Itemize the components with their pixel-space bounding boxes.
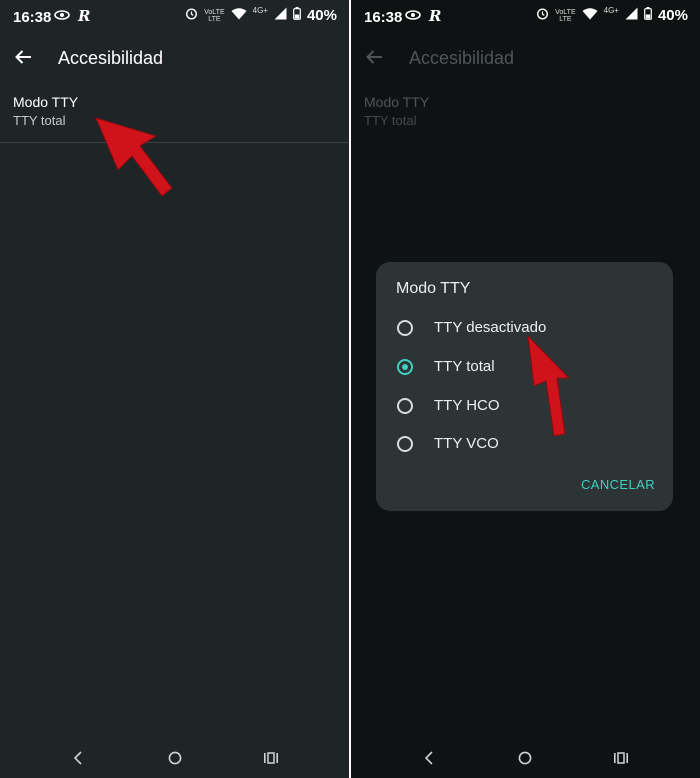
nav-back-button[interactable] [417,746,441,770]
status-time: 16:38 [364,9,403,26]
signal-icon [274,7,287,24]
option-label: TTY HCO [434,397,500,414]
navigation-bar [351,738,700,778]
arrow-back-icon [15,50,31,64]
tty-mode-preference: Modo TTY TTY total [351,88,700,142]
network-type: 4G+ [603,6,619,15]
nav-home-icon [168,751,182,765]
eye-icon [405,8,421,25]
navigation-bar [0,738,349,778]
back-button[interactable] [361,44,387,70]
radio-button-icon[interactable] [397,436,413,452]
nav-home-button[interactable] [513,746,537,770]
battery-icon [293,7,301,24]
option-label: TTY total [434,358,495,375]
status-time: 16:38 [13,9,52,26]
signal-icon [625,7,638,24]
page-title: Accesibilidad [58,48,164,68]
nav-recents-button[interactable] [259,746,283,770]
back-button[interactable] [10,44,36,70]
settings-screen-with-dialog: 16:38 R VoLTE LTE 4G+ 40% Accesibilidad … [351,0,700,778]
nav-home-icon [518,751,532,765]
nav-recents-icon [264,752,278,764]
cancel-button[interactable]: CANCELAR [581,477,655,492]
alarm-icon [536,7,549,24]
nav-back-icon [424,751,433,765]
app-bar: Accesibilidad [351,34,700,82]
app-r-icon: R [429,7,442,25]
option-tty-full[interactable]: TTY total [376,350,673,386]
wifi-icon [231,7,247,24]
tty-mode-dialog: Modo TTY TTY desactivado TTY total TTY H… [376,262,673,511]
status-bar: 16:38 R VoLTE LTE 4G+ 40% [0,0,349,34]
option-tty-hco[interactable]: TTY HCO [376,389,673,425]
alarm-icon [185,7,198,24]
radio-button-icon[interactable] [397,320,413,336]
preference-summary: TTY total [364,113,417,128]
radio-button-icon[interactable] [397,398,413,414]
dialog-title: Modo TTY [396,280,471,297]
volte-icon: VoLTE LTE [204,8,225,23]
eye-icon [54,8,70,25]
app-r-icon: R [78,7,91,25]
preference-title: Modo TTY [364,94,430,110]
divider [0,142,349,143]
network-type: 4G+ [252,6,268,15]
app-bar: Accesibilidad [0,34,349,82]
preference-summary: TTY total [13,113,66,128]
option-tty-off[interactable]: TTY desactivado [376,311,673,347]
radio-button-checked-icon[interactable] [397,359,413,375]
settings-screen: 16:38 R VoLTE LTE 4G+ 40% Accesibilidad … [0,0,349,778]
wifi-icon [582,7,598,24]
option-label: TTY desactivado [434,319,547,336]
battery-percent: 40% [657,7,688,24]
battery-icon [644,7,652,24]
preference-title: Modo TTY [13,94,79,110]
page-title: Accesibilidad [409,48,515,68]
nav-home-button[interactable] [163,746,187,770]
option-tty-vco[interactable]: TTY VCO [376,427,673,463]
nav-back-button[interactable] [66,746,90,770]
tty-mode-preference[interactable]: Modo TTY TTY total [0,88,349,142]
nav-recents-button[interactable] [609,746,633,770]
status-bar: 16:38 R VoLTE LTE 4G+ 40% [351,0,700,34]
arrow-back-icon [366,50,382,64]
nav-back-icon [73,751,82,765]
option-label: TTY VCO [434,435,499,452]
battery-percent: 40% [306,7,337,24]
volte-icon: VoLTE LTE [555,8,576,23]
nav-recents-icon [614,752,628,764]
